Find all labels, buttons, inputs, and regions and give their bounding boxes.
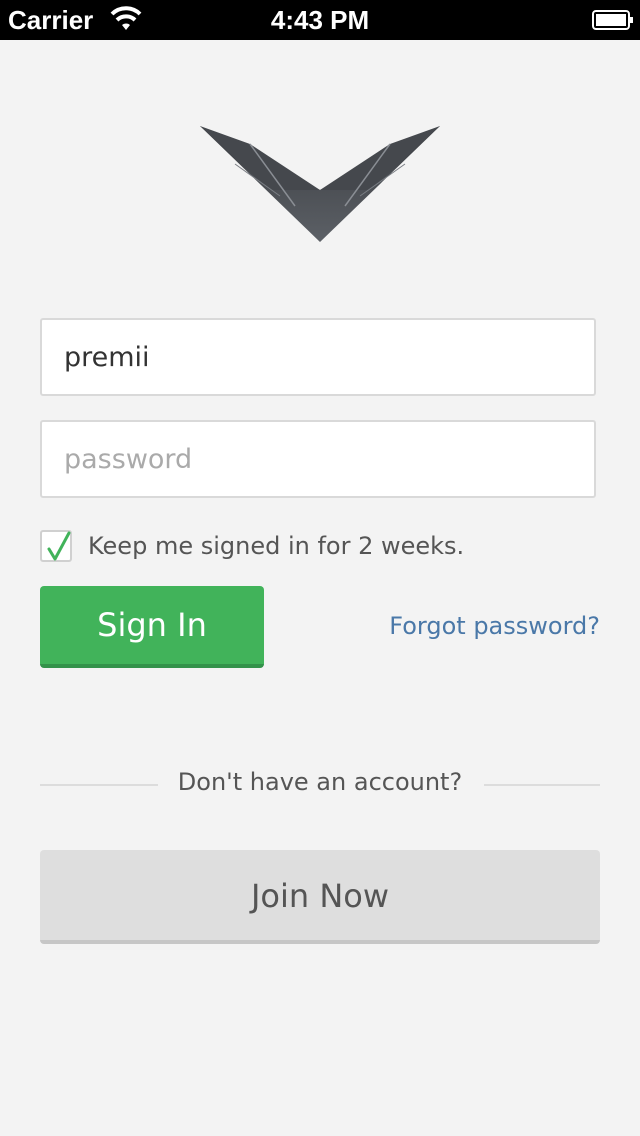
- wings-v-logo: [200, 126, 440, 242]
- status-time: 4:43 PM: [270, 5, 370, 35]
- username-field[interactable]: [40, 318, 596, 396]
- forgot-password-link[interactable]: Forgot password?: [389, 612, 600, 640]
- battery-icon: [592, 10, 634, 30]
- status-bar: Carrier 4:43 PM: [0, 0, 640, 40]
- divider-right: [484, 784, 600, 786]
- keep-signed-in-label[interactable]: Keep me signed in for 2 weeks.: [88, 530, 464, 562]
- checkmark-icon: [47, 531, 71, 561]
- keep-signed-in-checkbox[interactable]: [40, 530, 72, 562]
- username-input[interactable]: [64, 320, 574, 394]
- password-field[interactable]: [40, 420, 596, 498]
- sign-in-button[interactable]: Sign In: [40, 586, 264, 668]
- password-input[interactable]: [64, 422, 574, 496]
- signup-prompt: Don't have an account?: [177, 768, 463, 796]
- join-now-button[interactable]: Join Now: [40, 850, 600, 944]
